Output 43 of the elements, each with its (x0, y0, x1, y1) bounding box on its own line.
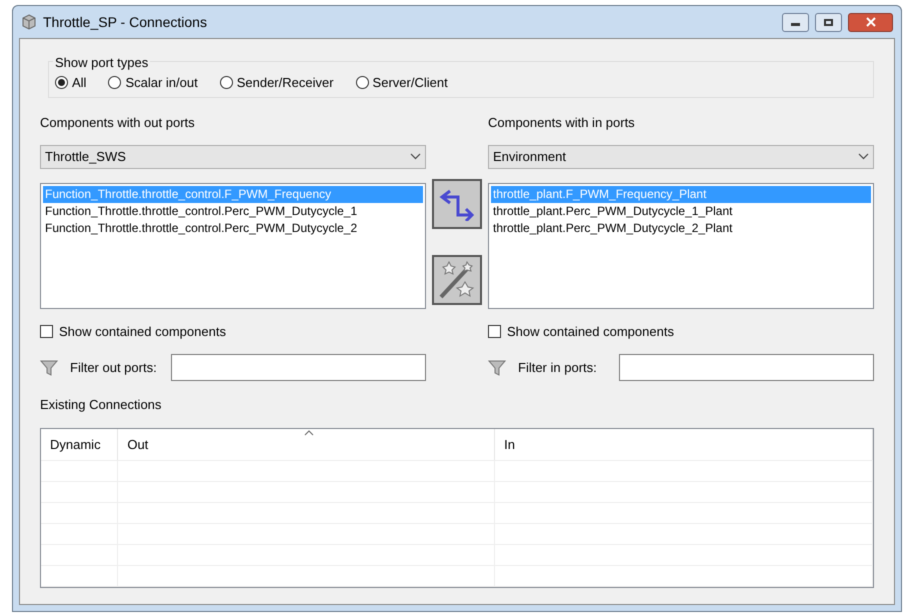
column-header[interactable]: Dynamic (41, 428, 118, 460)
radio-button[interactable] (220, 76, 233, 89)
filter-label: Filter out ports: (70, 358, 158, 377)
connect-button[interactable] (432, 179, 482, 229)
port-list-item[interactable]: Function_Throttle.throttle_control.Perc_PWM_Dutycycle_2 (43, 220, 423, 236)
checkbox-label: Show contained components (507, 322, 674, 341)
section-label: Components with in ports (488, 114, 636, 132)
checkbox[interactable] (488, 324, 501, 338)
radio-label: All (72, 74, 86, 92)
close-button[interactable] (848, 12, 893, 32)
funnel-icon (488, 358, 506, 376)
chevron-down-icon (858, 153, 869, 160)
radio-button[interactable] (356, 76, 369, 89)
window-title: Throttle_SP - Connections (43, 12, 208, 32)
column-header[interactable]: Out (118, 428, 496, 460)
filter-input[interactable] (171, 354, 426, 381)
magic-wand-icon (437, 260, 477, 300)
port-list-item[interactable]: throttle_plant.Perc_PWM_Dutycycle_1_Plant (491, 202, 871, 220)
filter-label: Filter in ports: (518, 358, 598, 377)
radio-button[interactable] (108, 76, 122, 89)
filter-input[interactable] (619, 354, 874, 381)
funnel-icon (40, 358, 58, 376)
magic-wand-button[interactable] (432, 255, 482, 305)
sort-caret-icon (304, 430, 314, 436)
connector-arrow-icon (438, 187, 476, 221)
close-icon (866, 17, 876, 27)
component-dropdown[interactable]: Environment (488, 144, 874, 168)
maximize-button[interactable] (815, 12, 842, 32)
radio-button[interactable] (55, 76, 68, 89)
radio-label: Scalar in/out (125, 74, 198, 92)
column-header[interactable]: In (495, 428, 873, 460)
port-list-item[interactable]: throttle_plant.Perc_PWM_Dutycycle_2_Plant (491, 220, 871, 236)
cube-icon (21, 14, 37, 30)
radio-label: Server/Client (372, 74, 448, 92)
component-dropdown[interactable]: Throttle_SWS (40, 144, 426, 168)
chevron-down-icon (410, 153, 421, 160)
section-label: Existing Connections (40, 396, 162, 414)
minimize-button[interactable] (782, 12, 809, 32)
checkbox[interactable] (40, 324, 53, 338)
checkbox-label: Show contained components (59, 322, 226, 341)
section-label: Components with out ports (40, 114, 196, 132)
radio-label: Sender/Receiver (236, 74, 334, 92)
port-list-item[interactable]: Function_Throttle.throttle_control.Perc_PWM_Dutycycle_1 (43, 202, 423, 220)
